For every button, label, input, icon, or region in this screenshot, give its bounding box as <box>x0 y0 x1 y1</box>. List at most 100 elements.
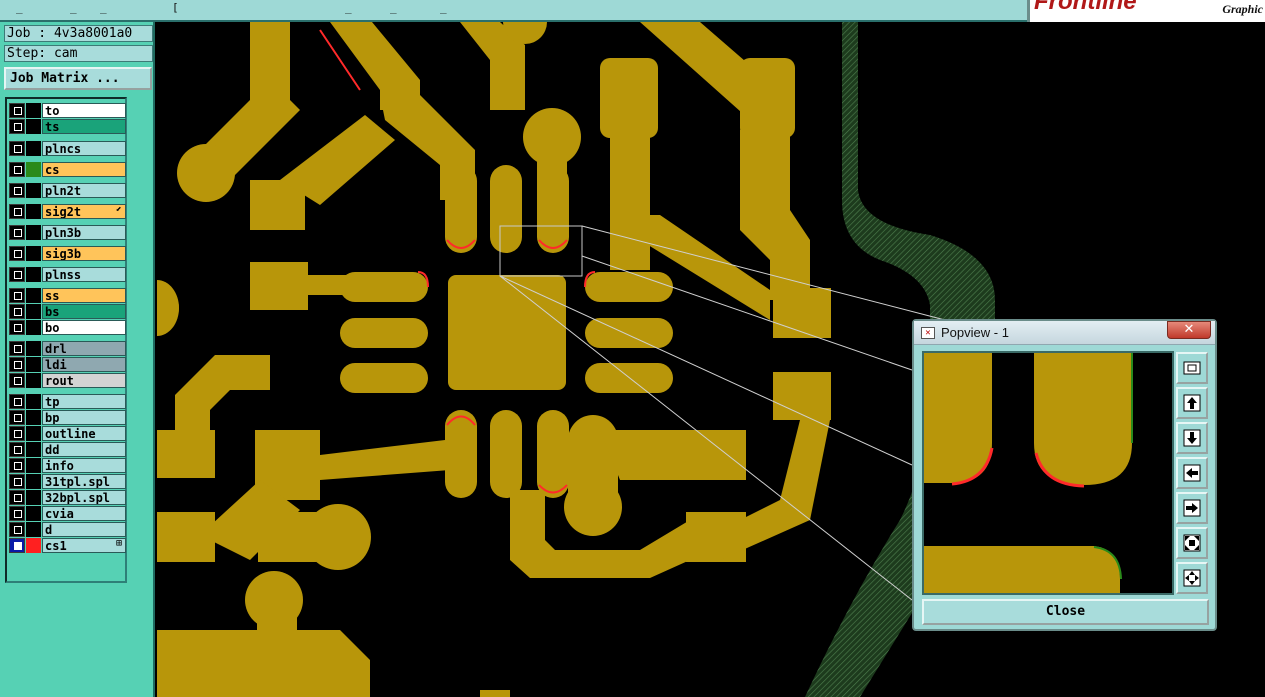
layer-row-cs[interactable]: cs <box>9 162 126 177</box>
layer-row-ldi[interactable]: ldi <box>9 357 126 372</box>
layer-visibility-checkbox[interactable] <box>9 506 25 521</box>
layer-visibility-checkbox[interactable] <box>9 426 25 441</box>
layer-row-d[interactable]: d <box>9 522 126 537</box>
layer-visibility-checkbox[interactable] <box>9 119 25 134</box>
layer-name[interactable]: ts <box>42 119 126 134</box>
layer-color-indicator[interactable] <box>26 341 41 356</box>
layer-name[interactable]: dd <box>42 442 126 457</box>
layer-row-pln3b[interactable]: pln3b <box>9 225 126 240</box>
layer-name[interactable]: 31tpl.spl <box>42 474 126 489</box>
layer-visibility-checkbox[interactable] <box>9 442 25 457</box>
layer-color-indicator[interactable] <box>26 373 41 388</box>
job-matrix-button[interactable]: Job Matrix ... <box>4 67 152 90</box>
menu-fragment[interactable]: _ <box>345 1 352 14</box>
layer-visibility-checkbox[interactable] <box>9 103 25 118</box>
pan-down-icon[interactable] <box>1176 422 1208 454</box>
zoom-out-icon[interactable] <box>1176 562 1208 594</box>
layer-visibility-checkbox[interactable] <box>9 474 25 489</box>
layer-row-sig2t[interactable]: sig2t ⬋ <box>9 204 126 219</box>
layer-name[interactable]: tp <box>42 394 126 409</box>
layer-name[interactable]: cvia <box>42 506 126 521</box>
layer-name[interactable]: sig2t <box>42 204 126 219</box>
layer-color-indicator[interactable] <box>26 225 41 240</box>
layer-name[interactable]: plnss <box>42 267 126 282</box>
layer-visibility-checkbox[interactable] <box>9 246 25 261</box>
layer-color-indicator[interactable] <box>26 304 41 319</box>
layer-color-indicator[interactable] <box>26 103 41 118</box>
layer-name[interactable]: info <box>42 458 126 473</box>
menu-fragment[interactable]: _ <box>16 1 23 14</box>
layer-name[interactable]: bs <box>42 304 126 319</box>
layer-name[interactable]: pln2t <box>42 183 126 198</box>
layer-row-pln2t[interactable]: pln2t <box>9 183 126 198</box>
layer-name[interactable]: cs <box>42 162 126 177</box>
layer-visibility-checkbox[interactable] <box>9 141 25 156</box>
layer-row-bs[interactable]: bs <box>9 304 126 319</box>
layer-visibility-checkbox[interactable] <box>9 288 25 303</box>
layer-visibility-checkbox[interactable] <box>9 410 25 425</box>
layer-name[interactable]: pln3b <box>42 225 126 240</box>
layer-row-drl[interactable]: drl <box>9 341 126 356</box>
layer-color-indicator[interactable] <box>26 246 41 261</box>
layer-name[interactable]: ldi <box>42 357 126 372</box>
layer-row-tp[interactable]: tp <box>9 394 126 409</box>
layer-name[interactable]: bo <box>42 320 126 335</box>
layer-visibility-checkbox[interactable] <box>9 162 25 177</box>
layer-visibility-checkbox[interactable] <box>9 522 25 537</box>
layer-name[interactable]: d <box>42 522 126 537</box>
layer-color-indicator[interactable] <box>26 119 41 134</box>
layer-color-indicator[interactable] <box>26 394 41 409</box>
layer-row-plnss[interactable]: plnss <box>9 267 126 282</box>
layer-row-sig3b[interactable]: sig3b <box>9 246 126 261</box>
layer-visibility-checkbox[interactable] <box>9 373 25 388</box>
zoom-in-icon[interactable] <box>1176 527 1208 559</box>
layer-name[interactable]: to <box>42 103 126 118</box>
layer-name[interactable]: cs1 <box>42 538 126 553</box>
menu-fragment[interactable]: _ <box>70 1 77 14</box>
layer-visibility-checkbox[interactable] <box>9 204 25 219</box>
layer-visibility-checkbox[interactable] <box>9 225 25 240</box>
layer-row-outline[interactable]: outline <box>9 426 126 441</box>
layer-row-rout[interactable]: rout <box>9 373 126 388</box>
layer-visibility-checkbox[interactable] <box>9 538 25 553</box>
menu-fragment[interactable]: [ <box>172 1 179 14</box>
layer-name[interactable]: 32bpl.spl <box>42 490 126 505</box>
window-close-button[interactable]: ✕ <box>1167 321 1211 339</box>
layer-name[interactable]: bp <box>42 410 126 425</box>
close-button[interactable]: Close <box>922 599 1209 625</box>
layer-visibility-checkbox[interactable] <box>9 320 25 335</box>
layer-visibility-checkbox[interactable] <box>9 394 25 409</box>
layer-color-indicator[interactable] <box>26 490 41 505</box>
popview-zoom-view[interactable] <box>922 351 1174 595</box>
layer-color-indicator[interactable] <box>26 506 41 521</box>
layer-color-indicator[interactable] <box>26 442 41 457</box>
layer-name[interactable]: outline <box>42 426 126 441</box>
layer-name[interactable]: drl <box>42 341 126 356</box>
layer-color-indicator[interactable] <box>26 267 41 282</box>
layer-visibility-checkbox[interactable] <box>9 490 25 505</box>
layer-row-plncs[interactable]: plncs <box>9 141 126 156</box>
pan-left-icon[interactable] <box>1176 457 1208 489</box>
layer-color-indicator[interactable] <box>26 204 41 219</box>
layer-color-indicator[interactable] <box>26 538 41 553</box>
popview-titlebar[interactable]: ✕ Popview - 1 ✕ <box>914 321 1215 345</box>
layer-row-32bpl-spl[interactable]: 32bpl.spl <box>9 490 126 505</box>
layer-color-indicator[interactable] <box>26 357 41 372</box>
layer-visibility-checkbox[interactable] <box>9 341 25 356</box>
layer-color-indicator[interactable] <box>26 410 41 425</box>
layer-name[interactable]: ss <box>42 288 126 303</box>
layer-color-indicator[interactable] <box>26 183 41 198</box>
layer-name[interactable]: plncs <box>42 141 126 156</box>
layer-color-indicator[interactable] <box>26 426 41 441</box>
menu-fragment[interactable]: _ <box>100 1 107 14</box>
layer-color-indicator[interactable] <box>26 320 41 335</box>
layer-visibility-checkbox[interactable] <box>9 304 25 319</box>
layer-row-bp[interactable]: bp <box>9 410 126 425</box>
layer-color-indicator[interactable] <box>26 522 41 537</box>
layer-visibility-checkbox[interactable] <box>9 458 25 473</box>
layer-visibility-checkbox[interactable] <box>9 267 25 282</box>
layer-row-ss[interactable]: ss <box>9 288 126 303</box>
layer-row-bo[interactable]: bo <box>9 320 126 335</box>
zoom-fit-icon[interactable] <box>1176 352 1208 384</box>
layer-color-indicator[interactable] <box>26 141 41 156</box>
